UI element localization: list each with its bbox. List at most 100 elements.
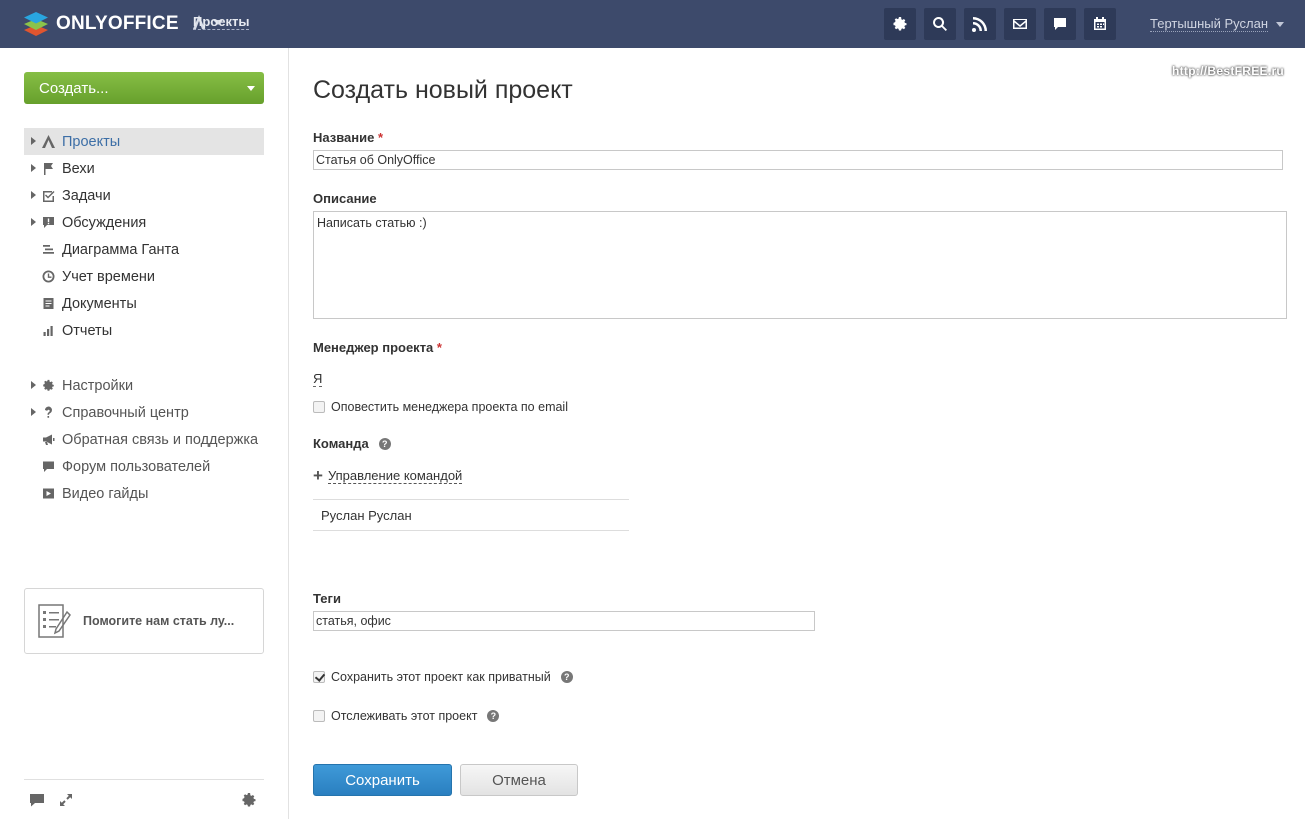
description-textarea[interactable]: Написать статью :) (313, 211, 1287, 319)
mail-icon (1013, 19, 1027, 29)
gear-icon (42, 379, 55, 392)
sidebar-item-video[interactable]: Видео гайды (24, 480, 264, 507)
sidebar-item-feedback[interactable]: Обратная связь и поддержка (24, 426, 264, 453)
sidebar-item-tasks[interactable]: Задачи (24, 182, 264, 209)
module-label: Проекты (193, 14, 250, 30)
manager-label: Менеджер проекта * (313, 340, 442, 355)
top-bar: ONLYOFFICE Проекты Тертышный Руслан (0, 0, 1305, 48)
sidebar-item-label: Видео гайды (62, 485, 149, 502)
video-icon (42, 487, 55, 500)
calendar-button[interactable] (1084, 8, 1116, 40)
sidebar-item-settings[interactable]: Настройки (24, 372, 264, 399)
chat-icon[interactable] (29, 792, 47, 810)
chevron-down-icon (1276, 21, 1285, 27)
help-icon[interactable]: ? (560, 671, 573, 683)
user-menu[interactable]: Тертышный Руслан (1150, 16, 1285, 32)
follow-row: Отслеживать этот проект ? (313, 709, 500, 723)
help-icon (42, 406, 55, 419)
logo[interactable]: ONLYOFFICE (22, 11, 179, 37)
name-label: Название * (313, 130, 383, 145)
team-member[interactable]: Руслан Руслан (321, 508, 412, 523)
sidebar-item-reports[interactable]: Отчеты (24, 317, 264, 344)
create-button[interactable]: Создать... (24, 72, 264, 104)
survey-icon (38, 604, 71, 638)
sidebar-item-label: Вехи (62, 160, 95, 177)
sidebar-item-label: Задачи (62, 187, 111, 204)
team-member-list: Руслан Руслан (313, 499, 629, 531)
expand-arrow-icon[interactable] (31, 218, 36, 226)
main-content: Создать новый проект Название * Статья о… (313, 48, 1293, 819)
mail-button[interactable] (1004, 8, 1036, 40)
sidebar-nav-help: Настройки Справочный центр Обратная связ… (24, 372, 264, 507)
private-label: Сохранить этот проект как приватный (331, 670, 551, 684)
manager-label-text: Менеджер проекта (313, 340, 434, 355)
megaphone-icon (42, 433, 55, 446)
toolbar-icons (884, 8, 1116, 40)
settings-button[interactable] (884, 8, 916, 40)
promo-text: Помогите нам стать лу... (83, 614, 235, 628)
chat-button[interactable] (1044, 8, 1076, 40)
sidebar-footer (24, 779, 264, 819)
expand-arrow-icon[interactable] (31, 164, 36, 172)
feed-button[interactable] (964, 8, 996, 40)
manager-selector[interactable]: Я (313, 372, 323, 387)
forum-icon (42, 460, 55, 473)
tags-value: статья, офис (316, 614, 391, 628)
chevron-down-icon (247, 86, 255, 91)
private-checkbox[interactable] (313, 671, 325, 683)
description-value: Написать статью :) (317, 216, 427, 230)
manage-team-link[interactable]: + Управление командой (313, 466, 463, 485)
logo-icon (22, 11, 50, 37)
gear-icon[interactable] (241, 792, 259, 810)
expand-arrow-icon[interactable] (31, 408, 36, 416)
sidebar-item-label: Форум пользователей (62, 458, 211, 475)
sidebar-nav: Проекты Вехи Задачи Обсуждения Диаграмма… (24, 128, 264, 344)
notify-manager-checkbox[interactable] (313, 401, 325, 413)
sidebar-item-time[interactable]: Учет времени (24, 263, 264, 290)
feed-icon (972, 17, 987, 32)
sidebar-item-label: Настройки (62, 377, 134, 394)
notify-manager-row: Оповестить менеджера проекта по email (313, 400, 568, 414)
help-icon[interactable]: ? (378, 437, 391, 450)
sidebar-item-help-center[interactable]: Справочный центр (24, 399, 264, 426)
search-button[interactable] (924, 8, 956, 40)
calendar-icon (1094, 17, 1106, 30)
expand-arrow-icon[interactable] (31, 191, 36, 199)
save-button[interactable]: Сохранить (313, 764, 452, 796)
follow-label: Отслеживать этот проект (331, 709, 478, 723)
plus-icon: + (313, 466, 323, 485)
expand-icon[interactable] (58, 792, 76, 810)
help-icon[interactable]: ? (487, 710, 500, 722)
private-row: Сохранить этот проект как приватный ? (313, 670, 573, 684)
settings-icon (893, 17, 907, 31)
sidebar-item-discussions[interactable]: Обсуждения (24, 209, 264, 236)
chat-icon (1054, 18, 1066, 30)
sidebar-item-label: Диаграмма Ганта (62, 241, 180, 258)
module-switcher[interactable]: Проекты (193, 14, 250, 30)
cancel-button[interactable]: Отмена (460, 764, 578, 796)
flag-icon (42, 162, 55, 175)
sidebar-item-label: Справочный центр (62, 404, 189, 421)
sidebar-item-documents[interactable]: Документы (24, 290, 264, 317)
sidebar-item-label: Документы (62, 295, 137, 312)
notify-manager-label: Оповестить менеджера проекта по email (331, 400, 568, 414)
sidebar-item-forum[interactable]: Форум пользователей (24, 453, 264, 480)
feedback-promo[interactable]: Помогите нам стать лу... (24, 588, 264, 654)
manage-team-label: Управление командой (327, 468, 463, 484)
sidebar-item-projects[interactable]: Проекты (24, 128, 264, 155)
name-input[interactable]: Статья об OnlyOffice (313, 150, 1283, 170)
user-name: Тертышный Руслан (1150, 16, 1269, 32)
search-icon (933, 16, 947, 31)
projects-icon (42, 135, 55, 148)
tags-input[interactable]: статья, офис (313, 611, 815, 631)
reports-icon (42, 324, 55, 337)
sidebar-item-gantt[interactable]: Диаграмма Ганта (24, 236, 264, 263)
sidebar-item-milestones[interactable]: Вехи (24, 155, 264, 182)
team-label-text: Команда (313, 436, 369, 451)
required-mark: * (378, 130, 384, 145)
description-label: Описание (313, 191, 377, 206)
expand-arrow-icon[interactable] (31, 381, 36, 389)
sidebar-item-label: Отчеты (62, 322, 113, 339)
follow-checkbox[interactable] (313, 710, 325, 722)
expand-arrow-icon[interactable] (31, 137, 36, 145)
